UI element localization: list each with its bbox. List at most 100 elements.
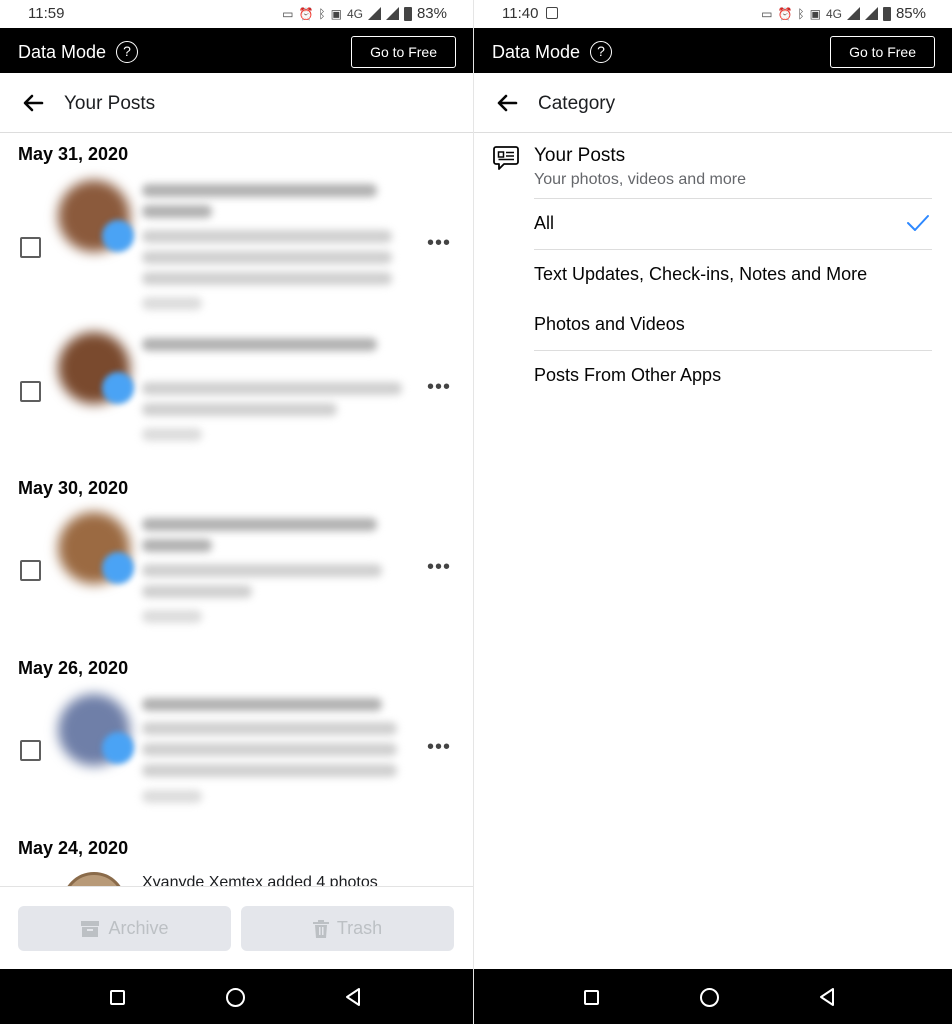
option-label: Posts From Other Apps [534, 365, 722, 385]
data-mode-bar: Data Mode ? Go to Free [0, 28, 473, 73]
go-to-free-button[interactable]: Go to Free [351, 36, 456, 68]
option-photos-videos[interactable]: Photos and Videos [534, 300, 932, 350]
home-icon[interactable] [700, 988, 719, 1007]
bluetooth-icon: ᛒ [318, 6, 326, 21]
post-checkbox[interactable] [20, 740, 41, 761]
page-header: Your Posts [0, 73, 473, 133]
post-blurred-title [142, 205, 212, 218]
post-badge-icon [102, 220, 134, 252]
back-nav-icon[interactable] [818, 987, 836, 1007]
help-icon[interactable]: ? [116, 41, 138, 63]
post-blurred-title [142, 518, 377, 531]
bulk-action-bar: Archive Trash [0, 886, 473, 969]
post-blurred-text [142, 403, 337, 416]
category-title: Your Posts [534, 145, 626, 166]
signal-icon [367, 7, 381, 20]
post-blurred-title [142, 184, 377, 197]
post-thumbnail [62, 872, 126, 886]
post-checkbox[interactable] [20, 237, 41, 258]
posts-category-icon [493, 146, 519, 170]
more-options-icon[interactable]: ••• [427, 556, 451, 579]
date-heading: May 30, 2020 [18, 478, 129, 498]
archive-label: Archive [108, 918, 169, 938]
bluetooth-icon: ᛒ [797, 6, 805, 21]
gallery-notification-icon [546, 7, 559, 19]
post-blurred-meta [142, 428, 202, 441]
post-item[interactable]: ••• [0, 328, 473, 468]
post-blurred-text [142, 764, 397, 777]
post-badge-icon [102, 372, 134, 404]
go-to-free-button[interactable]: Go to Free [830, 36, 935, 68]
post-title: Xyanyde Xemtex added 4 photos [142, 874, 378, 886]
network-type: 4G [346, 6, 363, 21]
post-blurred-title [142, 698, 382, 711]
option-text-updates[interactable]: Text Updates, Check-ins, Notes and More [534, 249, 932, 299]
back-nav-icon[interactable] [344, 987, 362, 1007]
android-nav-bar [0, 969, 473, 1024]
post-blurred-meta [142, 790, 202, 803]
post-badge-icon [102, 552, 134, 584]
post-item[interactable]: ••• [0, 508, 473, 648]
date-heading: May 24, 2020 [18, 838, 129, 858]
post-checkbox[interactable] [20, 560, 41, 581]
archive-button[interactable]: Archive [18, 906, 231, 951]
option-other-apps[interactable]: Posts From Other Apps [534, 350, 932, 400]
category-screen: 11:40 ▭ ⏰ ᛒ ▣ 4G 85% Data Mode ? Go to F… [474, 0, 952, 1024]
post-item[interactable]: ••• [0, 688, 473, 828]
trash-label: Trash [336, 918, 383, 938]
battery-percent: 83% [416, 5, 447, 22]
post-checkbox[interactable] [20, 381, 41, 402]
date-heading: May 26, 2020 [18, 658, 129, 678]
more-options-icon[interactable]: ••• [427, 736, 451, 759]
posts-feed[interactable]: May 31, 2020 ••• ••• May 30, 2020 ••• Ma… [0, 134, 473, 886]
status-bar: 11:40 ▭ ⏰ ᛒ ▣ 4G 85% [474, 0, 952, 28]
back-arrow-icon[interactable] [22, 92, 44, 114]
post-blurred-text [142, 585, 252, 598]
category-subtitle: Your photos, videos and more [534, 171, 746, 188]
post-blurred-text [142, 722, 397, 735]
post-blurred-text [142, 272, 392, 285]
hd-icon: ▭ [282, 6, 294, 21]
page-title: Category [538, 93, 616, 114]
status-bar: 11:59 ▭ ⏰ ᛒ ▣ 4G 83% [0, 0, 473, 28]
post-blurred-title [142, 539, 212, 552]
post-blurred-text [142, 564, 382, 577]
battery-percent: 85% [895, 5, 926, 22]
archive-icon [81, 920, 100, 937]
status-time: 11:40 [502, 5, 559, 22]
recents-icon[interactable] [110, 990, 125, 1005]
post-blurred-meta [142, 610, 202, 623]
signal-2-icon [385, 7, 399, 20]
battery-icon [882, 6, 891, 21]
post-blurred-text [142, 382, 402, 395]
option-label: All [534, 213, 555, 233]
option-all[interactable]: All [534, 198, 932, 248]
post-badge-icon [102, 732, 134, 764]
status-icons: ▭ ⏰ ᛒ ▣ 4G 85% [761, 5, 926, 22]
checkmark-icon [907, 215, 929, 231]
signal-2-icon [864, 7, 878, 20]
home-icon[interactable] [226, 988, 245, 1007]
post-blurred-text [142, 230, 392, 243]
data-mode-label: Data Mode [18, 42, 107, 62]
more-options-icon[interactable]: ••• [427, 376, 451, 399]
your-posts-screen: 11:59 ▭ ⏰ ᛒ ▣ 4G 83% Data Mode ? Go to F… [0, 0, 473, 1024]
help-icon[interactable]: ? [590, 41, 612, 63]
status-time: 11:59 [28, 5, 65, 22]
more-options-icon[interactable]: ••• [427, 232, 451, 255]
page-header: Category [474, 73, 952, 133]
page-title: Your Posts [64, 93, 156, 114]
category-group-header: Your Posts Your photos, videos and more [474, 134, 952, 198]
alarm-icon: ⏰ [777, 6, 793, 21]
recents-icon[interactable] [584, 990, 599, 1005]
data-mode-bar: Data Mode ? Go to Free [474, 28, 952, 73]
post-item[interactable]: ••• [0, 174, 473, 314]
network-type: 4G [825, 6, 842, 21]
back-arrow-icon[interactable] [496, 92, 518, 114]
hd-icon: ▭ [761, 6, 773, 21]
status-icons: ▭ ⏰ ᛒ ▣ 4G 83% [282, 5, 447, 22]
post-blurred-text [142, 251, 392, 264]
post-blurred-text [142, 743, 397, 756]
trash-button[interactable]: Trash [241, 906, 454, 951]
android-nav-bar [474, 969, 952, 1024]
